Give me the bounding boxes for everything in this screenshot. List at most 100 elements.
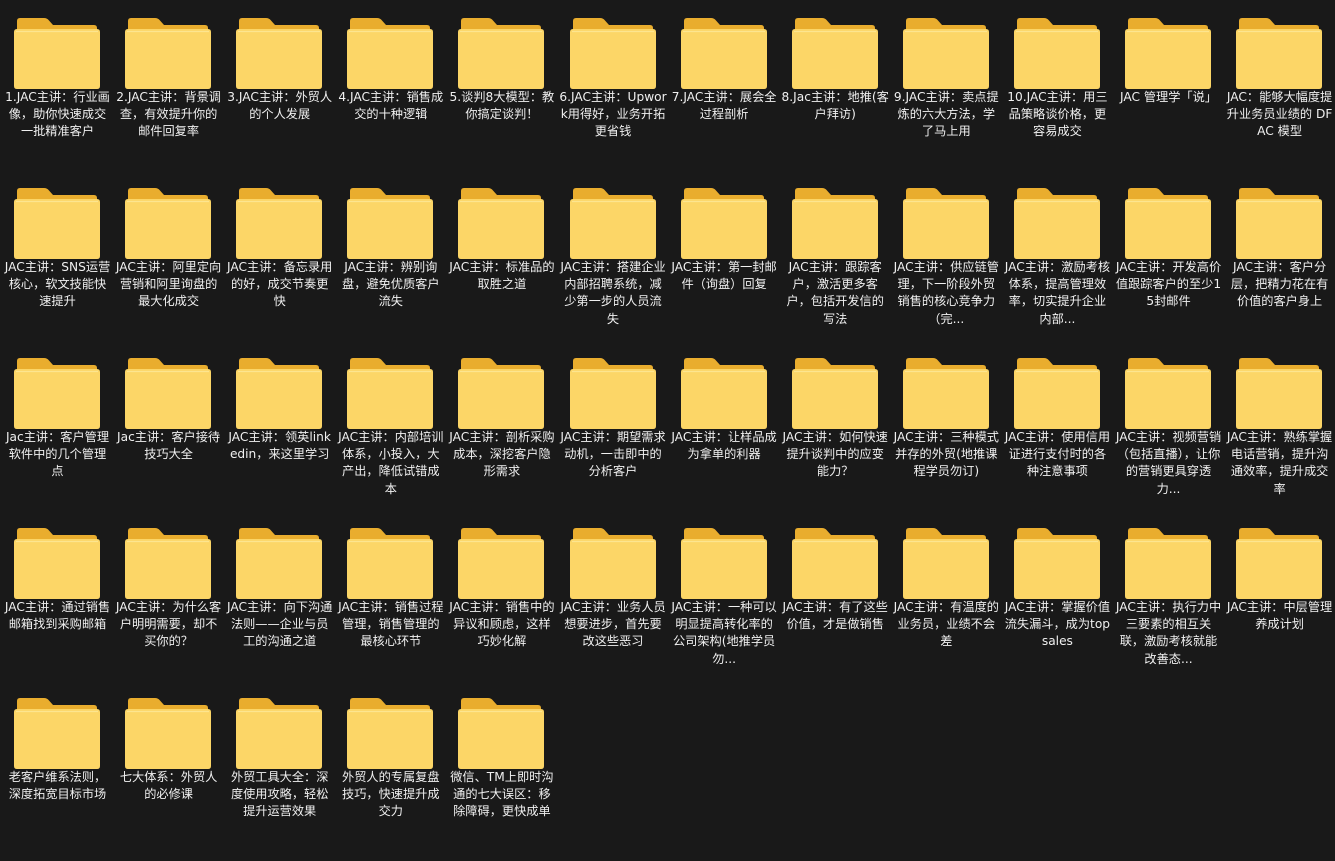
folder-item[interactable]: JAC主讲：领英linkedin，来这里学习 xyxy=(224,344,335,512)
folder-icon xyxy=(902,18,989,90)
folder-item[interactable]: 老客户维系法则，深度拓宽目标市场 xyxy=(2,684,113,852)
folder-icon xyxy=(791,358,878,430)
folder-icon xyxy=(125,528,212,600)
folder-label: JAC主讲：向下沟通法则——企业与员工的沟通之道 xyxy=(227,600,333,649)
folder-icon xyxy=(569,528,656,600)
folder-icon xyxy=(791,18,878,90)
folder-item[interactable]: JAC主讲：剖析采购成本，深挖客户隐形需求 xyxy=(446,344,557,512)
folder-item[interactable]: JAC主讲：内部培训体系，小投入，大产出，降低试错成本 xyxy=(335,344,446,512)
folder-item[interactable]: JAC主讲：一种可以明显提高转化率的公司架构(地推学员勿... xyxy=(669,514,780,682)
folder-icon xyxy=(680,358,767,430)
folder-icon xyxy=(1013,358,1100,430)
folder-item[interactable]: JAC主讲：三种模式并存的外贸(地推课程学员勿订) xyxy=(891,344,1002,512)
folder-item[interactable]: 2.JAC主讲：背景调查，有效提升你的邮件回复率 xyxy=(113,4,224,172)
folder-item[interactable]: Jac主讲：客户接待技巧大全 xyxy=(113,344,224,512)
folder-item[interactable]: JAC主讲：为什么客户明明需要，却不买你的？ xyxy=(113,514,224,682)
folder-icon xyxy=(236,358,323,430)
folder-label: JAC主讲：熟练掌握电话营销，提升沟通效率，提升成交率 xyxy=(1226,430,1333,496)
folder-label: 6.JAC主讲：Upwork用得好，业务开拓更省钱 xyxy=(559,90,667,139)
folder-icon xyxy=(347,358,434,430)
folder-icon xyxy=(902,358,989,430)
folder-icon xyxy=(125,18,212,90)
folder-item[interactable]: 七大体系：外贸人的必修课 xyxy=(113,684,224,852)
folder-item[interactable]: JAC主讲：销售过程管理，销售管理的最核心环节 xyxy=(335,514,446,682)
folder-item[interactable]: JAC：能够大幅度提升业务员业绩的 DFAC 模型 xyxy=(1224,4,1335,172)
folder-icon xyxy=(680,528,767,600)
folder-icon xyxy=(791,528,878,600)
folder-label: JAC主讲：备忘录用的好，成交节奏更快 xyxy=(227,260,333,309)
folder-icon xyxy=(347,188,434,260)
folder-item[interactable]: JAC主讲：销售中的异议和顾虑，这样巧妙化解 xyxy=(446,514,557,682)
folder-item[interactable]: JAC主讲：熟练掌握电话营销，提升沟通效率，提升成交率 xyxy=(1224,344,1335,512)
folder-item[interactable]: Jac主讲：客户管理软件中的几个管理点 xyxy=(2,344,113,512)
folder-item[interactable]: 4.JAC主讲：销售成交的十种逻辑 xyxy=(335,4,446,172)
folder-icon xyxy=(1125,18,1211,90)
folder-item[interactable]: JAC主讲：开发高价值跟踪客户的至少15封邮件 xyxy=(1113,174,1224,342)
folder-item[interactable]: 外贸人的专属复盘技巧，快速提升成交力 xyxy=(335,684,446,852)
folder-item[interactable]: JAC主讲：标准品的取胜之道 xyxy=(446,174,557,342)
folder-icon xyxy=(458,188,545,260)
folder-item[interactable]: 微信、TM上即时沟通的七大误区：移除障碍，更快成单 xyxy=(446,684,557,852)
folder-item[interactable]: JAC主讲：视频营销（包括直播），让你的营销更具穿透力... xyxy=(1113,344,1224,512)
folder-item[interactable]: 5.谈判8大模型：教你搞定谈判！ xyxy=(446,4,557,172)
folder-label: 七大体系：外贸人的必修课 xyxy=(119,770,218,802)
folder-item[interactable]: JAC主讲：向下沟通法则——企业与员工的沟通之道 xyxy=(224,514,335,682)
folder-icon xyxy=(458,18,545,90)
folder-item[interactable]: JAC主讲：激励考核体系，提高管理效率，切实提升企业内部... xyxy=(1002,174,1113,342)
folder-label: JAC主讲：期望需求动机，一击即中的分析客户 xyxy=(560,430,666,479)
folder-item[interactable]: JAC主讲：阿里定向营销和阿里询盘的最大化成交 xyxy=(113,174,224,342)
folder-label: JAC主讲：阿里定向营销和阿里询盘的最大化成交 xyxy=(115,260,222,309)
folder-label: JAC主讲：销售中的异议和顾虑，这样巧妙化解 xyxy=(449,600,555,649)
folder-label: JAC主讲：视频营销（包括直播），让你的营销更具穿透力... xyxy=(1115,430,1222,496)
folder-label: JAC主讲：有温度的业务员，业绩不会差 xyxy=(893,600,999,649)
folder-item[interactable]: 外贸工具大全：深度使用攻略，轻松提升运营效果 xyxy=(224,684,335,852)
folder-item[interactable]: JAC主讲：有温度的业务员，业绩不会差 xyxy=(891,514,1002,682)
folder-label: JAC主讲：有了这些价值，才是做销售 xyxy=(782,600,888,632)
folder-item[interactable]: JAC主讲：如何快速提升谈判中的应变能力？ xyxy=(780,344,891,512)
folder-icon xyxy=(1125,358,1211,430)
folder-item[interactable]: JAC主讲：搭建企业内部招聘系统，减少第一步的人员流失 xyxy=(558,174,669,342)
folder-icon xyxy=(1125,528,1211,600)
folder-item[interactable]: JAC主讲：客户分层，把精力花在有价值的客户身上 xyxy=(1224,174,1335,342)
folder-item[interactable]: 3.JAC主讲：外贸人的个人发展 xyxy=(224,4,335,172)
folder-label: JAC主讲：一种可以明显提高转化率的公司架构(地推学员勿... xyxy=(671,600,777,666)
folder-item[interactable]: JAC主讲：供应链管理，下一阶段外贸销售的核心竞争力（完... xyxy=(891,174,1002,342)
folder-item[interactable]: 8.Jac主讲：地推(客户拜访) xyxy=(780,4,891,172)
folder-label: JAC主讲：领英linkedin，来这里学习 xyxy=(228,430,331,462)
folder-item[interactable]: 6.JAC主讲：Upwork用得好，业务开拓更省钱 xyxy=(558,4,669,172)
folder-item[interactable]: JAC主讲：跟踪客户，激活更多客户，包括开发信的写法 xyxy=(780,174,891,342)
folder-item[interactable]: 10.JAC主讲：用三品策略谈价格，更容易成交 xyxy=(1002,4,1113,172)
folder-item[interactable]: 9.JAC主讲：卖点提炼的六大方法，学了马上用 xyxy=(891,4,1002,172)
folder-label: JAC主讲：内部培训体系，小投入，大产出，降低试错成本 xyxy=(338,430,444,496)
folder-item[interactable]: JAC 管理学「说」 xyxy=(1113,4,1224,172)
folder-item[interactable]: JAC主讲：使用信用证进行支付时的各种注意事项 xyxy=(1002,344,1113,512)
folder-item[interactable]: JAC主讲：通过销售邮箱找到采购邮箱 xyxy=(2,514,113,682)
folder-item[interactable]: JAC主讲：掌握价值流失漏斗，成为topsales xyxy=(1002,514,1113,682)
folder-item[interactable]: JAC主讲：期望需求动机，一击即中的分析客户 xyxy=(558,344,669,512)
folder-icon xyxy=(569,188,656,260)
folder-icon xyxy=(14,528,100,600)
folder-label: 9.JAC主讲：卖点提炼的六大方法，学了马上用 xyxy=(893,90,999,139)
folder-label: JAC：能够大幅度提升业务员业绩的 DFAC 模型 xyxy=(1226,90,1333,139)
folder-item[interactable]: JAC主讲：中层管理养成计划 xyxy=(1224,514,1335,682)
folder-item[interactable]: JAC主讲：备忘录用的好，成交节奏更快 xyxy=(224,174,335,342)
folder-label: JAC主讲：辨别询盘，避免优质客户流失 xyxy=(342,260,440,309)
folder-item[interactable]: JAC主讲：让样品成为拿单的利器 xyxy=(669,344,780,512)
folder-label: Jac主讲：客户管理软件中的几个管理点 xyxy=(5,430,110,479)
folder-label: JAC主讲：让样品成为拿单的利器 xyxy=(671,430,777,462)
folder-item[interactable]: JAC主讲：执行力中三要素的相互关联，激励考核就能改善态... xyxy=(1113,514,1224,682)
folder-item[interactable]: JAC主讲：辨别询盘，避免优质客户流失 xyxy=(335,174,446,342)
folder-label: JAC主讲：掌握价值流失漏斗，成为topsales xyxy=(1004,600,1111,649)
folder-item[interactable]: JAC主讲：业务人员想要进步，首先要改这些恶习 xyxy=(558,514,669,682)
folder-label: JAC主讲：业务人员想要进步，首先要改这些恶习 xyxy=(560,600,666,649)
folder-item[interactable]: JAC主讲：第一封邮件（询盘）回复 xyxy=(669,174,780,342)
folder-item[interactable]: JAC主讲：SNS运营核心，软文技能快速提升 xyxy=(2,174,113,342)
folder-icon xyxy=(14,358,100,430)
folder-item[interactable]: 1.JAC主讲：行业画像，助你快速成交一批精准客户 xyxy=(2,4,113,172)
folder-item[interactable]: 7.JAC主讲：展会全过程剖析 xyxy=(669,4,780,172)
folder-label: JAC主讲：中层管理养成计划 xyxy=(1226,600,1333,632)
folder-icon xyxy=(125,358,212,430)
folder-label: JAC主讲：销售过程管理，销售管理的最核心环节 xyxy=(338,600,444,649)
folder-icon xyxy=(569,358,656,430)
folder-item[interactable]: JAC主讲：有了这些价值，才是做销售 xyxy=(780,514,891,682)
